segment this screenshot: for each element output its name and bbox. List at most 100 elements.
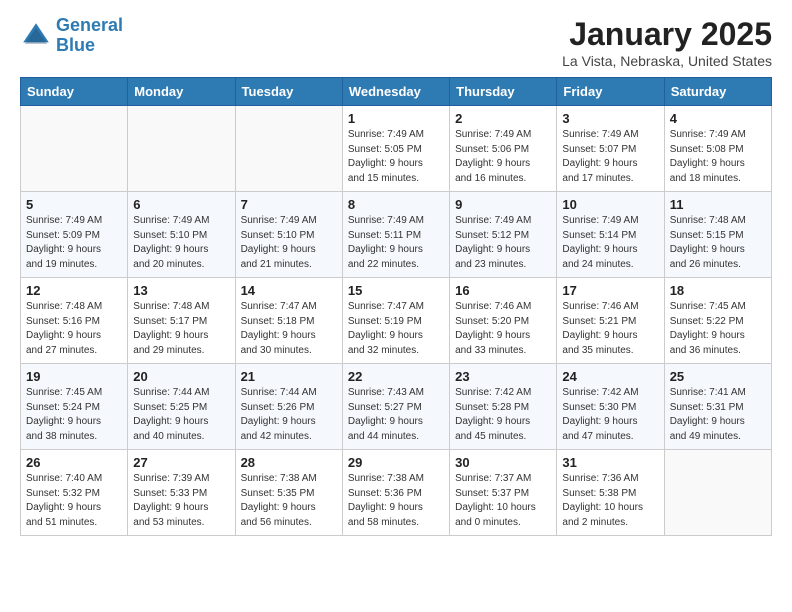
day-info: Sunrise: 7:43 AM Sunset: 5:27 PM Dayligh… <box>348 386 444 444</box>
day-info: Sunrise: 7:49 AM Sunset: 5:06 PM Dayligh… <box>455 128 551 186</box>
calendar-cell: 2 Sunrise: 7:49 AM Sunset: 5:06 PM Daylig… <box>450 106 557 192</box>
day-info: Sunrise: 7:46 AM Sunset: 5:20 PM Dayligh… <box>455 300 551 358</box>
day-info: Sunrise: 7:49 AM Sunset: 5:11 PM Dayligh… <box>348 214 444 272</box>
day-info: Sunrise: 7:49 AM Sunset: 5:12 PM Dayligh… <box>455 214 551 272</box>
calendar-cell: 7Sunrise: 7:49 AM Sunset: 5:10 PM Daylig… <box>235 192 342 278</box>
logo-area: General Blue <box>20 16 123 56</box>
day-number: 29 <box>348 455 444 470</box>
day-info: Sunrise: 7:44 AM Sunset: 5:26 PM Dayligh… <box>241 386 337 444</box>
calendar-cell: 11 Sunrise: 7:48 AM Sunset: 5:15 PM Dayli… <box>664 192 771 278</box>
day-number: 2 <box>455 111 551 126</box>
calendar-cell: 25 Sunrise: 7:41 AM Sunset: 5:31 PM Dayli… <box>664 364 771 450</box>
day-number: 11 <box>670 197 766 212</box>
day-info: Sunrise: 7:40 AM Sunset: 5:32 PM Dayligh… <box>26 472 122 530</box>
day-number: 9 <box>455 197 551 212</box>
day-info: Sunrise: 7:49 AM Sunset: 5:10 PM Dayligh… <box>133 214 229 272</box>
calendar-cell <box>21 106 128 192</box>
day-info: Sunrise: 7:49 AM Sunset: 5:09 PM Dayligh… <box>26 214 122 272</box>
month-title: January 2025 <box>562 16 772 53</box>
calendar-cell: 14Sunrise: 7:47 AM Sunset: 5:18 PM Dayli… <box>235 278 342 364</box>
calendar-cell: 12 Sunrise: 7:48 AM Sunset: 5:16 PM Dayli… <box>21 278 128 364</box>
day-number: 23 <box>455 369 551 384</box>
calendar-table: SundayMondayTuesdayWednesdayThursdayFrid… <box>20 77 772 536</box>
calendar-cell: 21 Sunrise: 7:44 AM Sunset: 5:26 PM Dayli… <box>235 364 342 450</box>
day-info: Sunrise: 7:37 AM Sunset: 5:37 PM Dayligh… <box>455 472 551 530</box>
calendar-cell <box>664 450 771 536</box>
calendar-cell: 29 Sunrise: 7:38 AM Sunset: 5:36 PM Dayli… <box>342 450 449 536</box>
day-info: Sunrise: 7:48 AM Sunset: 5:16 PM Dayligh… <box>26 300 122 358</box>
calendar-cell: 23 Sunrise: 7:42 AM Sunset: 5:28 PM Dayli… <box>450 364 557 450</box>
day-info: Sunrise: 7:49 AM Sunset: 5:07 PM Dayligh… <box>562 128 658 186</box>
calendar-cell: 31 Sunrise: 7:36 AM Sunset: 5:38 PM Dayli… <box>557 450 664 536</box>
day-info: Sunrise: 7:36 AM Sunset: 5:38 PM Dayligh… <box>562 472 658 530</box>
day-number: 4 <box>670 111 766 126</box>
day-number: 21 <box>241 369 337 384</box>
weekday-header-thursday: Thursday <box>450 78 557 106</box>
calendar-cell: 8 Sunrise: 7:49 AM Sunset: 5:11 PM Daylig… <box>342 192 449 278</box>
day-number: 16 <box>455 283 551 298</box>
logo-text: General Blue <box>56 16 123 56</box>
weekday-header-friday: Friday <box>557 78 664 106</box>
day-number: 31 <box>562 455 658 470</box>
day-number: 22 <box>348 369 444 384</box>
day-info: Sunrise: 7:45 AM Sunset: 5:22 PM Dayligh… <box>670 300 766 358</box>
day-info: Sunrise: 7:47 AM Sunset: 5:18 PM Dayligh… <box>241 300 337 358</box>
week-row-1: 1 Sunrise: 7:49 AM Sunset: 5:05 PM Daylig… <box>21 106 772 192</box>
calendar-cell: 22 Sunrise: 7:43 AM Sunset: 5:27 PM Dayli… <box>342 364 449 450</box>
calendar-cell: 28Sunrise: 7:38 AM Sunset: 5:35 PM Dayli… <box>235 450 342 536</box>
calendar-cell: 5 Sunrise: 7:49 AM Sunset: 5:09 PM Daylig… <box>21 192 128 278</box>
week-row-2: 5 Sunrise: 7:49 AM Sunset: 5:09 PM Daylig… <box>21 192 772 278</box>
calendar-cell: 9 Sunrise: 7:49 AM Sunset: 5:12 PM Daylig… <box>450 192 557 278</box>
location-subtitle: La Vista, Nebraska, United States <box>562 53 772 69</box>
weekday-header-saturday: Saturday <box>664 78 771 106</box>
day-number: 15 <box>348 283 444 298</box>
day-info: Sunrise: 7:49 AM Sunset: 5:14 PM Dayligh… <box>562 214 658 272</box>
day-info: Sunrise: 7:41 AM Sunset: 5:31 PM Dayligh… <box>670 386 766 444</box>
week-row-4: 19 Sunrise: 7:45 AM Sunset: 5:24 PM Dayli… <box>21 364 772 450</box>
day-number: 5 <box>26 197 122 212</box>
calendar-cell: 27Sunrise: 7:39 AM Sunset: 5:33 PM Dayli… <box>128 450 235 536</box>
day-number: 3 <box>562 111 658 126</box>
day-info: Sunrise: 7:49 AM Sunset: 5:08 PM Dayligh… <box>670 128 766 186</box>
day-info: Sunrise: 7:38 AM Sunset: 5:36 PM Dayligh… <box>348 472 444 530</box>
calendar-cell: 4 Sunrise: 7:49 AM Sunset: 5:08 PM Daylig… <box>664 106 771 192</box>
day-info: Sunrise: 7:39 AM Sunset: 5:33 PM Dayligh… <box>133 472 229 530</box>
day-number: 8 <box>348 197 444 212</box>
week-row-3: 12 Sunrise: 7:48 AM Sunset: 5:16 PM Dayli… <box>21 278 772 364</box>
day-info: Sunrise: 7:45 AM Sunset: 5:24 PM Dayligh… <box>26 386 122 444</box>
calendar-cell: 15 Sunrise: 7:47 AM Sunset: 5:19 PM Dayli… <box>342 278 449 364</box>
day-info: Sunrise: 7:49 AM Sunset: 5:05 PM Dayligh… <box>348 128 444 186</box>
calendar-cell: 1 Sunrise: 7:49 AM Sunset: 5:05 PM Daylig… <box>342 106 449 192</box>
day-number: 1 <box>348 111 444 126</box>
day-number: 12 <box>26 283 122 298</box>
weekday-header-sunday: Sunday <box>21 78 128 106</box>
day-info: Sunrise: 7:48 AM Sunset: 5:17 PM Dayligh… <box>133 300 229 358</box>
calendar-cell: 20Sunrise: 7:44 AM Sunset: 5:25 PM Dayli… <box>128 364 235 450</box>
day-info: Sunrise: 7:47 AM Sunset: 5:19 PM Dayligh… <box>348 300 444 358</box>
day-info: Sunrise: 7:48 AM Sunset: 5:15 PM Dayligh… <box>670 214 766 272</box>
calendar-cell <box>235 106 342 192</box>
day-number: 20 <box>133 369 229 384</box>
calendar-cell: 24Sunrise: 7:42 AM Sunset: 5:30 PM Dayli… <box>557 364 664 450</box>
calendar-cell: 16 Sunrise: 7:46 AM Sunset: 5:20 PM Dayli… <box>450 278 557 364</box>
calendar-cell: 10 Sunrise: 7:49 AM Sunset: 5:14 PM Dayli… <box>557 192 664 278</box>
day-number: 25 <box>670 369 766 384</box>
calendar-cell: 17Sunrise: 7:46 AM Sunset: 5:21 PM Dayli… <box>557 278 664 364</box>
day-number: 19 <box>26 369 122 384</box>
day-info: Sunrise: 7:42 AM Sunset: 5:30 PM Dayligh… <box>562 386 658 444</box>
day-number: 26 <box>26 455 122 470</box>
day-info: Sunrise: 7:49 AM Sunset: 5:10 PM Dayligh… <box>241 214 337 272</box>
day-number: 10 <box>562 197 658 212</box>
calendar-cell: 13Sunrise: 7:48 AM Sunset: 5:17 PM Dayli… <box>128 278 235 364</box>
week-row-5: 26 Sunrise: 7:40 AM Sunset: 5:32 PM Dayli… <box>21 450 772 536</box>
calendar-cell: 18Sunrise: 7:45 AM Sunset: 5:22 PM Dayli… <box>664 278 771 364</box>
day-number: 17 <box>562 283 658 298</box>
calendar-cell: 26 Sunrise: 7:40 AM Sunset: 5:32 PM Dayli… <box>21 450 128 536</box>
title-area: January 2025 La Vista, Nebraska, United … <box>562 16 772 69</box>
calendar-cell <box>128 106 235 192</box>
day-number: 28 <box>241 455 337 470</box>
calendar-cell: 19 Sunrise: 7:45 AM Sunset: 5:24 PM Dayli… <box>21 364 128 450</box>
weekday-header-monday: Monday <box>128 78 235 106</box>
day-info: Sunrise: 7:42 AM Sunset: 5:28 PM Dayligh… <box>455 386 551 444</box>
page: General Blue January 2025 La Vista, Nebr… <box>0 0 792 552</box>
